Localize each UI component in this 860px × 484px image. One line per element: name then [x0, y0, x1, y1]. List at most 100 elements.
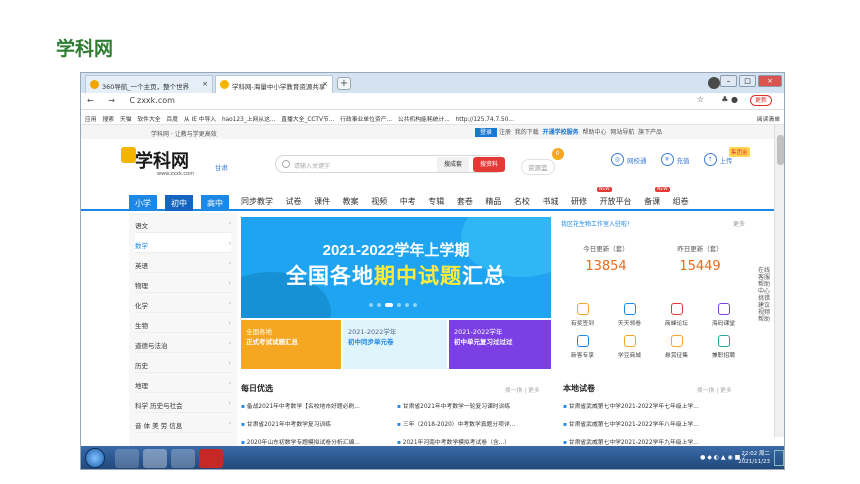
nav-video[interactable]: 视频 [371, 197, 387, 206]
nav-buttons[interactable]: ← → C [87, 96, 141, 105]
list-item[interactable]: 2021年河南中考数学模拟考试卷（含...） [397, 437, 551, 446]
bookmark[interactable]: 搜索 [102, 114, 114, 123]
local-more[interactable]: 换一换 | 更多 [697, 385, 732, 394]
list-item[interactable]: 2020年山东初数学专题模拟试卷分析汇编... [241, 437, 393, 446]
start-button[interactable] [85, 448, 105, 468]
minimize-button[interactable]: – [720, 75, 737, 87]
list-item[interactable]: 甘肃省武威第七中学2021-2022学年七年级上学... [563, 401, 749, 410]
url-field[interactable]: zxxk.com [137, 96, 175, 105]
nav-bookstore[interactable]: 书城 [542, 197, 558, 206]
search-set-button[interactable]: 搜成套 [437, 157, 469, 172]
bookmark[interactable]: 从 IE 中导入 [184, 114, 216, 123]
nav-sync[interactable]: 同步教学 [241, 197, 273, 206]
bookmark[interactable]: http://125.74.7.50... [456, 117, 514, 123]
search-material-button[interactable]: 搜资料 [473, 157, 505, 172]
help-link[interactable]: 帮助中心 [582, 129, 606, 136]
vip-badge[interactable]: 集团金 [729, 147, 750, 157]
nav-zhongkao[interactable]: 中考 [400, 197, 416, 206]
bookmark[interactable]: 天猫 [120, 114, 132, 123]
stage-junior[interactable]: 初中 [165, 195, 193, 211]
taskbar-app-chrome[interactable] [143, 449, 167, 468]
bookmark[interactable]: 应用 [85, 114, 97, 123]
nav-set[interactable]: 套卷 [457, 197, 473, 206]
new-tab-button[interactable]: + [337, 77, 351, 90]
maximize-button[interactable]: □ [739, 75, 756, 87]
nav-prepare[interactable]: 备课 [644, 197, 660, 206]
nav-compose[interactable]: 组卷 [673, 197, 689, 206]
list-item[interactable]: 备战2021年中考数学【名校地市好题必刷... [241, 401, 393, 410]
show-desktop-button[interactable] [774, 450, 784, 466]
bounty-link[interactable]: 悬赏征集 [653, 335, 700, 359]
taskbar-app-360[interactable] [115, 449, 139, 468]
tab-zxxk[interactable]: 学科网-海量中小学教育资源共享 × [215, 75, 333, 93]
taskbar-app-explorer[interactable] [171, 449, 195, 468]
side-service-strip[interactable]: 在线客服 帮助中心 挑错建议 视频帮助 [757, 267, 771, 323]
stage-primary[interactable]: 小学 [129, 195, 157, 211]
site-logo[interactable]: 学科网 www.zxxk.com [121, 147, 194, 177]
promo-card-exams[interactable]: 全国各地 正式考试试题汇总 [241, 320, 341, 369]
nav-famous-school[interactable]: 名校 [514, 197, 530, 206]
nav-training[interactable]: 研修 [571, 197, 587, 206]
subject-arts[interactable]: 音 体 美 劳 信息 › [135, 413, 231, 433]
bookmark[interactable]: 公共机构能耗统计... [398, 114, 450, 123]
update-button[interactable]: 更新 [749, 95, 772, 106]
stage-senior[interactable]: 高中 [201, 195, 229, 211]
newuser-link[interactable]: 新客专享 [559, 335, 606, 359]
subject-geography[interactable]: 地理 › [135, 373, 231, 393]
nav-open-platform[interactable]: 开放平台 [600, 197, 632, 206]
clock[interactable]: 22:02 周二 2021/11/23 [738, 450, 770, 466]
more-link[interactable]: 更多 [733, 219, 745, 228]
list-item[interactable]: 甘肃省2021年中考数学一轮复习课时训练 [397, 401, 551, 410]
nav-lesson-plan[interactable]: 教案 [343, 197, 359, 206]
nav-album[interactable]: 专辑 [428, 197, 444, 206]
wangxiaotong-link[interactable]: ◎ 网校通 [611, 153, 647, 166]
bookmark[interactable]: hao123_上网从这... [222, 114, 275, 123]
mall-link[interactable]: 学豆商城 [606, 335, 653, 359]
close-tab-icon[interactable]: × [202, 80, 208, 88]
subject-biology[interactable]: 生物 › [135, 313, 231, 333]
list-item[interactable]: 甘肃省武威第七中学2021-2022学年八年级上学... [563, 419, 749, 428]
reading-list[interactable]: 阅读清单 [757, 114, 780, 123]
taskbar-app-wps[interactable] [199, 449, 223, 468]
nav-exam[interactable]: 试卷 [286, 197, 302, 206]
subject-physics[interactable]: 物理 › [135, 273, 231, 293]
scrollbar[interactable] [774, 125, 784, 437]
coupon-link[interactable]: 天天领卷 [606, 303, 653, 327]
subject-chemistry[interactable]: 化学 › [135, 293, 231, 313]
subject-chinese[interactable]: 语文 › [135, 213, 231, 233]
login-button[interactable]: 登录 [475, 128, 498, 137]
checkin-link[interactable]: 有奖签到 [559, 303, 606, 327]
site-nav-link[interactable]: 网站导航 [610, 129, 634, 136]
bookmark[interactable]: 百度 [166, 114, 178, 123]
promo-card-unit[interactable]: 2021-2022学年 初中同步单元卷 [343, 320, 447, 369]
location-selector[interactable]: 甘肃 [215, 162, 228, 172]
subject-english[interactable]: 英语 › [135, 253, 231, 273]
resource-basket[interactable]: 资源篮 0 [521, 148, 564, 175]
subject-science[interactable]: 科学 历史与社会 › [135, 393, 231, 413]
products-link[interactable]: 旗下产品 [638, 129, 662, 136]
subject-history[interactable]: 历史 › [135, 353, 231, 373]
tab-360nav[interactable]: 360导航_一个主页，整个世界 × [85, 75, 213, 93]
nav-premium[interactable]: 精品 [485, 197, 501, 206]
close-window-button[interactable]: × [758, 75, 782, 87]
list-item[interactable]: 甘肃省2021年中考数学复习训练 [241, 419, 393, 428]
notice-link[interactable]: 我区花生物工作室入驻啦！ [561, 219, 633, 228]
job-link[interactable]: 兼职招聘 [700, 335, 747, 359]
list-item[interactable]: 甘肃省武威第七中学2021-2022学年九年级上学... [563, 437, 749, 446]
bookmark[interactable]: 软件大全 [137, 114, 160, 123]
promo-card-review[interactable]: 2021-2022学年 初中单元复习过过过 [449, 320, 551, 369]
forum-link[interactable]: 商峰论坛 [653, 303, 700, 327]
bookmark[interactable]: 行政事业单位资产... [340, 114, 392, 123]
my-download-link[interactable]: 我的下载 [515, 129, 539, 136]
close-tab-icon[interactable]: × [322, 80, 328, 88]
daily-more[interactable]: 换一换 | 更多 [505, 385, 540, 394]
list-item[interactable]: 三年（2018-2020）中考数学真题分项详... [397, 419, 551, 428]
register-link[interactable]: 注册 [499, 129, 511, 136]
profile-icon[interactable] [708, 77, 720, 89]
carousel-dots[interactable] [369, 303, 417, 307]
subject-math[interactable]: 数学 › [135, 233, 231, 253]
nav-courseware[interactable]: 课件 [314, 197, 330, 206]
recharge-link[interactable]: ¥ 充值 [660, 153, 690, 166]
extension-icon[interactable]: ♣ ● [721, 95, 738, 104]
hero-banner[interactable]: 2021-2022学年上学期 全国各地期中试题汇总 [241, 217, 551, 318]
